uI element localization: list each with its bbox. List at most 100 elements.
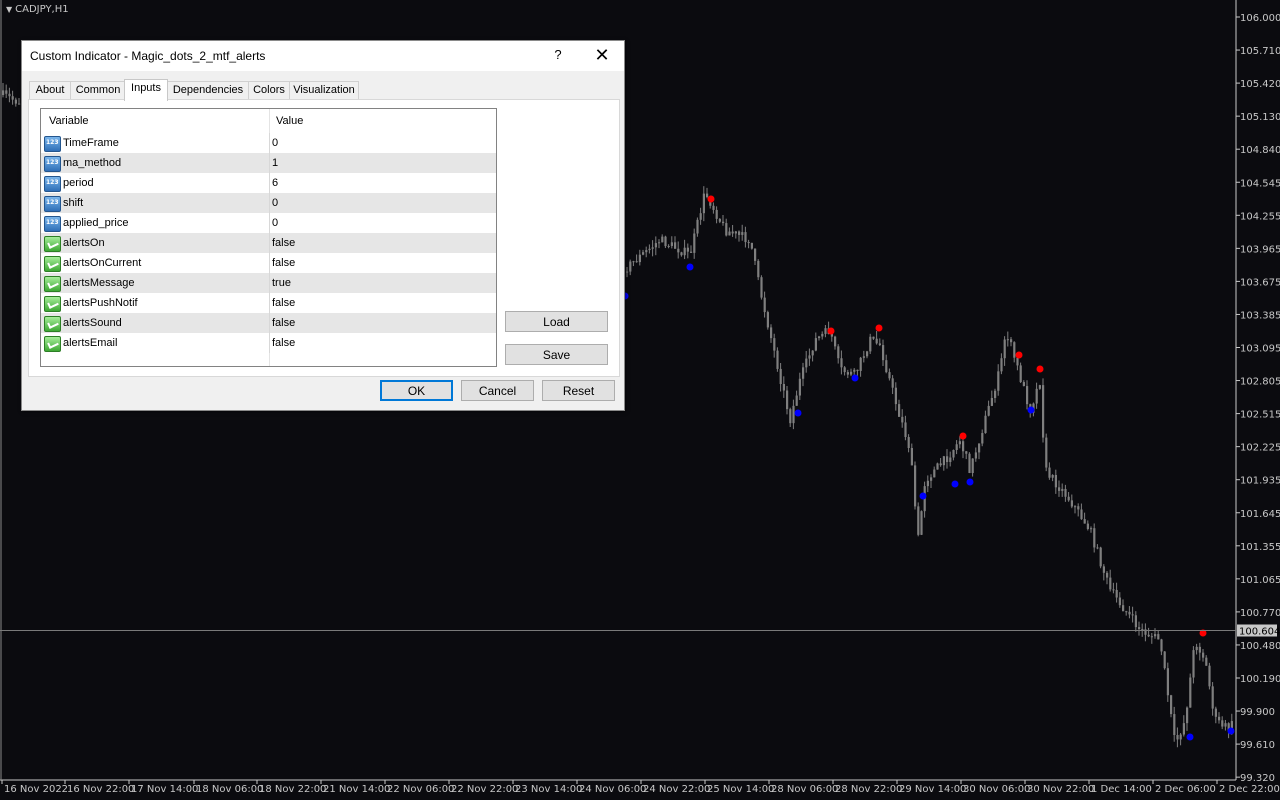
variable-value[interactable]: false [272, 317, 295, 329]
candle-body [738, 231, 741, 235]
variable-name: alertsEmail [63, 337, 118, 349]
number-icon [44, 216, 61, 232]
input-row-alertsMessage[interactable]: alertsMessage true [41, 273, 496, 293]
price-label: 100.190 [1240, 674, 1280, 685]
tab-about[interactable]: About [29, 81, 71, 100]
cell-divider [269, 313, 270, 333]
candle-body [5, 90, 8, 94]
time-label: 22 Nov 06:00 [387, 784, 454, 795]
ok-button[interactable]: OK [380, 380, 453, 401]
candle-body [926, 480, 929, 487]
symbol-label[interactable]: ▼ CADJPY,H1 [6, 4, 69, 15]
column-header-variable[interactable]: Variable [49, 115, 89, 127]
tab-common[interactable]: Common [70, 81, 126, 100]
tab-dependencies[interactable]: Dependencies [167, 81, 249, 100]
buy-signal-dot [966, 478, 974, 486]
dialog-title: Custom Indicator - Magic_dots_2_mtf_aler… [30, 49, 266, 63]
tab-inputs[interactable]: Inputs [124, 79, 168, 101]
candle-body [1125, 611, 1128, 613]
candle-body [1211, 686, 1214, 709]
price-label: 99.900 [1240, 707, 1275, 718]
candle-body [786, 390, 789, 410]
buy-signal-dot [794, 409, 802, 417]
dialog-titlebar[interactable]: Custom Indicator - Magic_dots_2_mtf_aler… [22, 41, 624, 71]
cell-divider [269, 253, 270, 273]
candle-body [680, 252, 683, 256]
column-header-value[interactable]: Value [276, 115, 303, 127]
candle-body [632, 261, 635, 263]
variable-value[interactable]: 1 [272, 157, 278, 169]
candle-body [1147, 634, 1150, 637]
variable-value[interactable]: true [272, 277, 291, 289]
input-row-alertsEmail[interactable]: alertsEmail false [41, 333, 496, 353]
candle-body [1189, 677, 1192, 708]
dropdown-arrow-icon[interactable]: ▼ [6, 5, 12, 14]
candle-body [834, 336, 837, 347]
price-label: 103.965 [1240, 244, 1280, 255]
candle-body [757, 260, 760, 278]
candle-body [949, 457, 952, 463]
variable-value[interactable]: false [272, 257, 295, 269]
candle-body [773, 338, 776, 351]
candle-body [1061, 488, 1064, 491]
variable-value[interactable]: 0 [272, 197, 278, 209]
candle-body [792, 405, 795, 424]
variable-name: applied_price [63, 217, 129, 229]
close-button[interactable]: ✕ [590, 44, 614, 66]
candle-body [974, 452, 977, 459]
inputs-grid[interactable]: Variable Value TimeFrame 0 ma_method 1 perio… [40, 108, 497, 367]
buy-signal-dot [686, 263, 694, 271]
variable-name: alertsOn [63, 237, 105, 249]
candle-body [1176, 735, 1179, 740]
candle-body [885, 360, 888, 373]
candle-body [674, 242, 677, 249]
variable-value[interactable]: false [272, 297, 295, 309]
candle-body [779, 368, 782, 384]
candle-body [1160, 639, 1163, 652]
variable-value[interactable]: 0 [272, 217, 278, 229]
reset-button[interactable]: Reset [542, 380, 615, 401]
candle-body [872, 336, 875, 339]
time-label: 30 Nov 22:00 [1027, 784, 1094, 795]
candle-body [766, 312, 769, 328]
candle-body [1186, 707, 1189, 724]
input-row-applied_price[interactable]: applied_price 0 [41, 213, 496, 233]
variable-value[interactable]: 6 [272, 177, 278, 189]
help-button[interactable]: ? [550, 47, 566, 62]
candle-body [667, 245, 670, 247]
input-row-alertsOnCurrent[interactable]: alertsOnCurrent false [41, 253, 496, 273]
candle-body [1202, 652, 1205, 658]
input-row-period[interactable]: period 6 [41, 173, 496, 193]
price-label: 99.610 [1240, 740, 1275, 751]
variable-value[interactable]: false [272, 237, 295, 249]
candle-body [862, 356, 865, 358]
variable-value[interactable]: 0 [272, 137, 278, 149]
input-row-alertsOn[interactable]: alertsOn false [41, 233, 496, 253]
tab-colors[interactable]: Colors [248, 81, 290, 100]
candle-body [2, 90, 5, 95]
input-row-TimeFrame[interactable]: TimeFrame 0 [41, 133, 496, 153]
input-row-shift[interactable]: shift 0 [41, 193, 496, 213]
candle-body [1205, 657, 1208, 666]
variable-value[interactable]: false [272, 337, 295, 349]
candle-body [741, 232, 744, 235]
candle-body [907, 437, 910, 449]
load-button[interactable]: Load [505, 311, 608, 332]
cancel-button[interactable]: Cancel [461, 380, 534, 401]
candle-body [1224, 723, 1227, 727]
save-button[interactable]: Save [505, 344, 608, 365]
candle-body [850, 371, 853, 375]
price-label: 105.710 [1240, 46, 1280, 57]
input-row-alertsSound[interactable]: alertsSound false [41, 313, 496, 333]
candle-body [962, 441, 965, 452]
time-label: 17 Nov 14:00 [131, 784, 198, 795]
candle-body [1048, 467, 1051, 478]
candle-body [1038, 385, 1041, 389]
tab-visualization[interactable]: Visualization [289, 81, 359, 100]
candle-body [1077, 506, 1080, 510]
input-row-ma_method[interactable]: ma_method 1 [41, 153, 496, 173]
candle-body [648, 248, 651, 251]
input-row-alertsPushNotif[interactable]: alertsPushNotif false [41, 293, 496, 313]
cell-divider [269, 193, 270, 213]
candle-body [677, 248, 680, 253]
